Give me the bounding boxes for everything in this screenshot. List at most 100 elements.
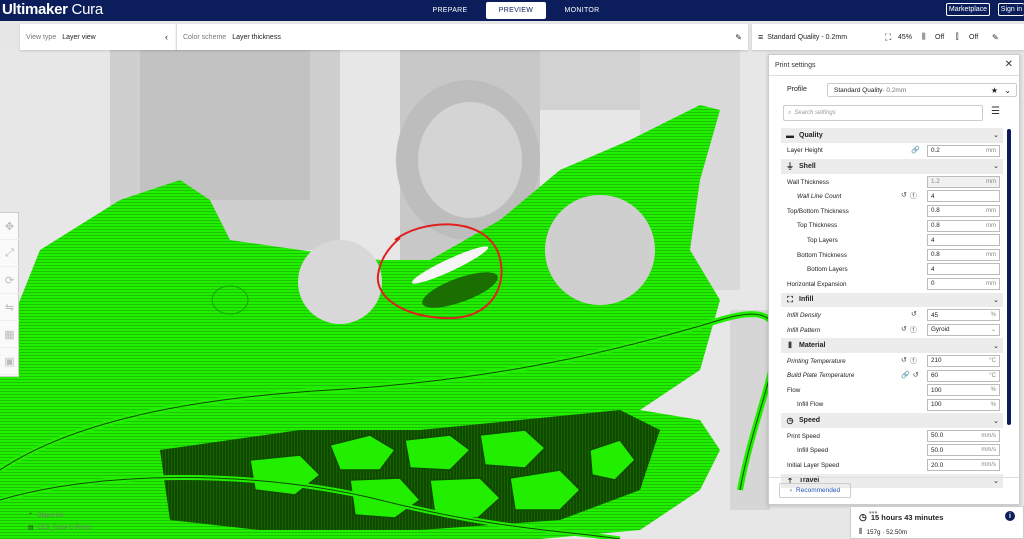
settings-menu-icon[interactable]: ☰ (991, 106, 1000, 117)
infill-flow-input[interactable]: 100% (927, 398, 1000, 411)
infill-pattern-select[interactable]: Gyroid ⌄ (927, 323, 1000, 336)
category-label: Shell (799, 162, 816, 170)
setting-infill-pattern: Infill Pattern ↺ ⓕ Gyroid ⌄ (781, 323, 1003, 338)
category-shell[interactable]: ⏚ Shell ⌄ (781, 159, 1003, 174)
top-thickness-input[interactable]: 0.8 mm (927, 219, 1000, 232)
setting-unit: mm/s (981, 447, 996, 454)
pencil-icon[interactable]: ✎ (992, 33, 999, 42)
star-icon[interactable]: ★ (991, 86, 998, 95)
signin-button[interactable]: Sign in (998, 3, 1024, 16)
color-scheme-bar[interactable]: Color scheme Layer thickness ✎ (176, 24, 748, 50)
chevron-down-icon: ⌄ (993, 296, 999, 304)
inherit-icon[interactable]: ⓕ (910, 356, 917, 366)
setting-wall-line-count: Wall Line Count ↺ ⓕ 4 (781, 189, 1003, 204)
link-icon[interactable]: 🔗 (911, 146, 920, 154)
setting-icons: ↺ ⓕ (901, 191, 917, 201)
app-title-rest: Cura (71, 1, 104, 18)
layer-height-input[interactable]: 0.2 mm (927, 144, 1000, 157)
reset-icon[interactable]: ↺ (913, 371, 919, 379)
shell-icon: ⏚ (786, 161, 794, 171)
object-item[interactable]: ▤ CE3_Truck C Primo (28, 524, 91, 532)
setting-bottom-thickness: Bottom Thickness 0.8 mm (781, 248, 1003, 263)
setting-unit: °C (989, 357, 996, 364)
link-icon[interactable]: 🔗 (901, 371, 910, 379)
horizontal-expansion-input[interactable]: 0 mm (927, 277, 1000, 290)
setting-value: 0.8 (931, 222, 940, 230)
setting-unit: mm (986, 178, 996, 185)
setting-unit: % (990, 401, 996, 408)
top-bottom-thickness-input[interactable]: 0.8 mm (927, 204, 1000, 217)
marketplace-button[interactable]: Marketplace (946, 3, 990, 16)
category-infill[interactable]: ⛶ Infill ⌄ (781, 292, 1003, 308)
setting-value: Gyroid (931, 326, 950, 334)
bottom-thickness-input[interactable]: 0.8 mm (927, 248, 1000, 261)
wall-thickness-input[interactable]: 1.2 mm (927, 175, 1000, 188)
category-speed[interactable]: ◷ Speed ⌄ (781, 413, 1003, 428)
print-speed-input[interactable]: 50.0 mm/s (927, 429, 1000, 442)
chevron-down-icon: ⌄ (993, 342, 999, 350)
reset-icon[interactable]: ↺ (911, 310, 917, 318)
reset-icon[interactable]: ↺ (901, 325, 907, 335)
divider (769, 477, 1019, 478)
profile-select[interactable]: Standard Quality - 0.2mm ★ ⌄ (827, 83, 1017, 97)
printing-temperature-input[interactable]: 210 °C (927, 354, 1000, 367)
tab-preview[interactable]: PREVIEW (486, 2, 546, 19)
setting-unit: mm (986, 147, 996, 154)
setting-value: 50.0 (931, 432, 944, 440)
setting-layer-height: Layer Height 🔗 0.2 mm (781, 144, 1003, 159)
setting-flow: Flow 100% (781, 383, 1003, 398)
rotate-tool-icon[interactable]: ⟳ (0, 267, 19, 294)
setting-unit: % (990, 312, 996, 319)
scale-tool-icon[interactable]: ⤢ (0, 240, 19, 267)
setting-unit: mm (986, 222, 996, 229)
close-icon[interactable]: ✕ (1005, 59, 1013, 70)
setting-value: 0.8 (931, 207, 940, 215)
category-quality[interactable]: ▬ Quality ⌄ (781, 128, 1003, 143)
setting-value: 20.0 (931, 461, 944, 469)
initial-layer-speed-input[interactable]: 20.0 mm/s (927, 459, 1000, 472)
setting-wall-thickness: Wall Thickness 1.2 mm (781, 175, 1003, 190)
tab-monitor[interactable]: MONITOR (552, 2, 612, 19)
category-material[interactable]: ⦀ Material ⌄ (781, 338, 1003, 353)
recommended-button[interactable]: ‹ Recommended (779, 483, 851, 498)
object-list[interactable]: ⌃ Object list ▤ CE3_Truck C Primo (28, 512, 91, 532)
object-list-header[interactable]: ⌃ Object list (28, 512, 91, 520)
inherit-icon[interactable]: ⓕ (910, 325, 917, 335)
print-settings-panel: Print settings ✕ Profile Standard Qualit… (768, 54, 1020, 505)
bottom-layers-input[interactable]: 4 (927, 263, 1000, 276)
reset-icon[interactable]: ↺ (901, 356, 907, 366)
flow-input[interactable]: 100% (927, 384, 1000, 397)
build-plate-temperature-input[interactable]: 60 °C (927, 369, 1000, 382)
setting-icons: 🔗 ↺ (901, 371, 919, 379)
setting-value: 4 (931, 236, 935, 244)
tab-prepare[interactable]: PREPARE (420, 2, 480, 19)
mirror-tool-icon[interactable]: ⇋ (0, 294, 19, 321)
print-time-row: ◷ 15 hours 43 minutes (859, 512, 943, 523)
wall-line-count-input[interactable]: 4 (927, 190, 1000, 203)
file-icon: ▤ (28, 525, 34, 531)
pencil-icon[interactable]: ✎ (735, 33, 742, 42)
search-input[interactable]: ⌕ Search settings (783, 105, 983, 121)
inherit-icon[interactable]: ⓕ (910, 191, 917, 201)
quick-settings-bar[interactable]: ≡ Standard Quality - 0.2mm ⛶ 45% ⫼ Off ⫿… (752, 24, 1024, 50)
reset-icon[interactable]: ↺ (901, 191, 907, 201)
setting-unit: mm/s (981, 462, 996, 469)
setting-horizontal-expansion: Horizontal Expansion 0 mm (781, 277, 1003, 292)
settings-scrollbar[interactable] (1007, 129, 1011, 425)
spool-icon: ⦀ (859, 527, 863, 536)
chevron-down-icon: ⌄ (990, 327, 996, 334)
setting-unit: % (990, 387, 996, 394)
view-type-value: Layer view (62, 33, 96, 41)
top-layers-input[interactable]: 4 (927, 234, 1000, 247)
view-type-bar[interactable]: View type Layer view ‹ (20, 24, 176, 50)
per-model-settings-icon[interactable]: ▦ (0, 321, 19, 348)
view-type-label: View type (26, 33, 57, 41)
setting-unit: mm (986, 251, 996, 258)
material-usage-row: ⦀ 157g · 52.50m (859, 527, 907, 537)
move-tool-icon[interactable]: ✥ (0, 213, 19, 240)
info-icon[interactable]: i (1005, 511, 1015, 521)
infill-density-input[interactable]: 45% (927, 309, 1000, 322)
chevron-left-icon[interactable]: ‹ (165, 32, 168, 42)
infill-speed-input[interactable]: 50.0 mm/s (927, 444, 1000, 457)
support-blocker-icon[interactable]: ▣ (0, 348, 19, 375)
